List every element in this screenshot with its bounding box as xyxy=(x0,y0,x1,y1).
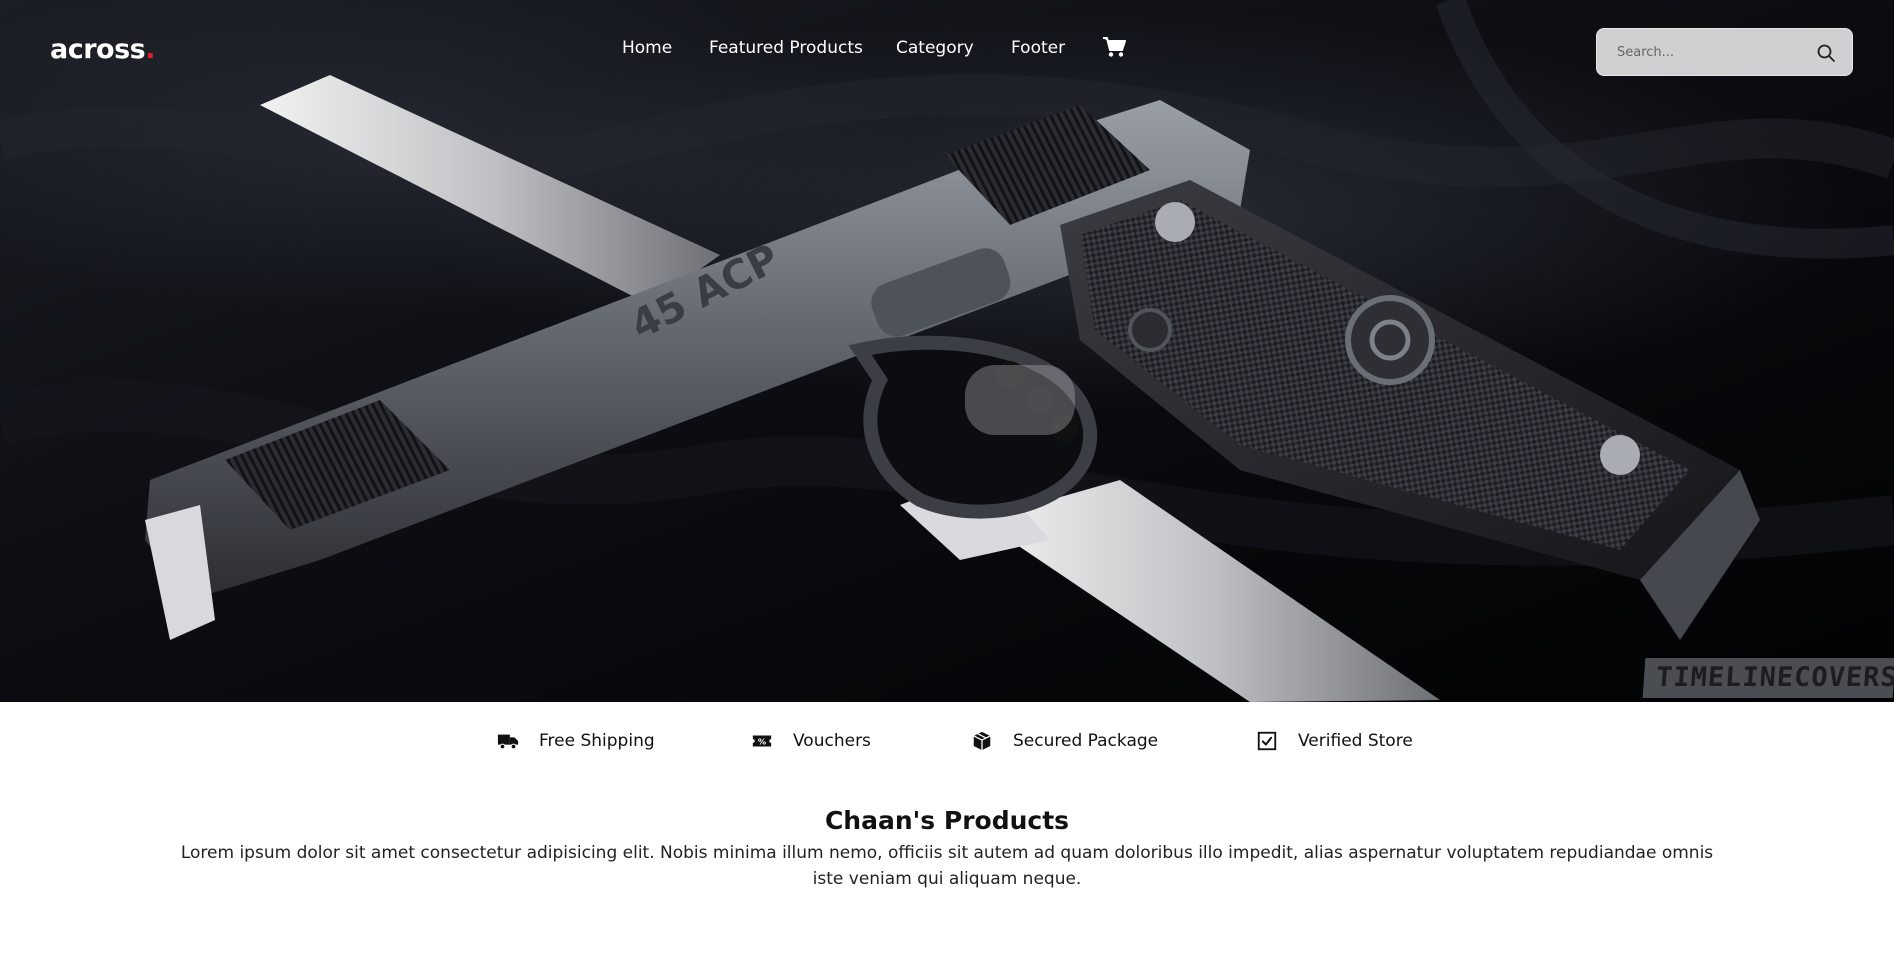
nav-category-link[interactable]: Category xyxy=(896,38,974,58)
nav-home-link[interactable]: Home xyxy=(622,38,672,58)
truck-icon xyxy=(497,734,519,750)
search-input[interactable] xyxy=(1617,29,1807,75)
check-square-icon xyxy=(1257,731,1277,751)
products-description: Lorem ipsum dolor sit amet consectetur a… xyxy=(180,843,1714,889)
feature-label: Free Shipping xyxy=(539,731,655,751)
hero-banner: 45 ACP TIMELINECOVERS.PRO xyxy=(0,0,1894,702)
feature-label: Verified Store xyxy=(1298,731,1413,751)
feature-secured-package: Secured Package xyxy=(971,726,1158,756)
svg-text:%: % xyxy=(758,737,766,747)
feature-strip: Free Shipping % Vouchers Secured Package… xyxy=(0,726,1894,756)
feature-vouchers: % Vouchers xyxy=(751,726,871,756)
search-icon[interactable] xyxy=(1816,43,1836,63)
package-icon xyxy=(973,731,991,751)
feature-label: Vouchers xyxy=(793,731,871,751)
search-box xyxy=(1596,28,1853,76)
cart-icon[interactable] xyxy=(1102,36,1126,58)
feature-label: Secured Package xyxy=(1013,731,1159,751)
watermark-text: TIMELINECOVERS.PRO xyxy=(1642,658,1894,698)
feature-free-shipping: Free Shipping xyxy=(497,726,655,756)
products-title: Chaan's Products xyxy=(824,806,1070,835)
hero-image: 45 ACP xyxy=(0,0,1894,702)
nav-footer-link[interactable]: Footer xyxy=(1011,38,1065,58)
feature-verified-store: Verified Store xyxy=(1256,726,1413,756)
ticket-icon: % xyxy=(752,735,772,747)
nav-featured-products-link[interactable]: Featured Products xyxy=(709,38,863,58)
